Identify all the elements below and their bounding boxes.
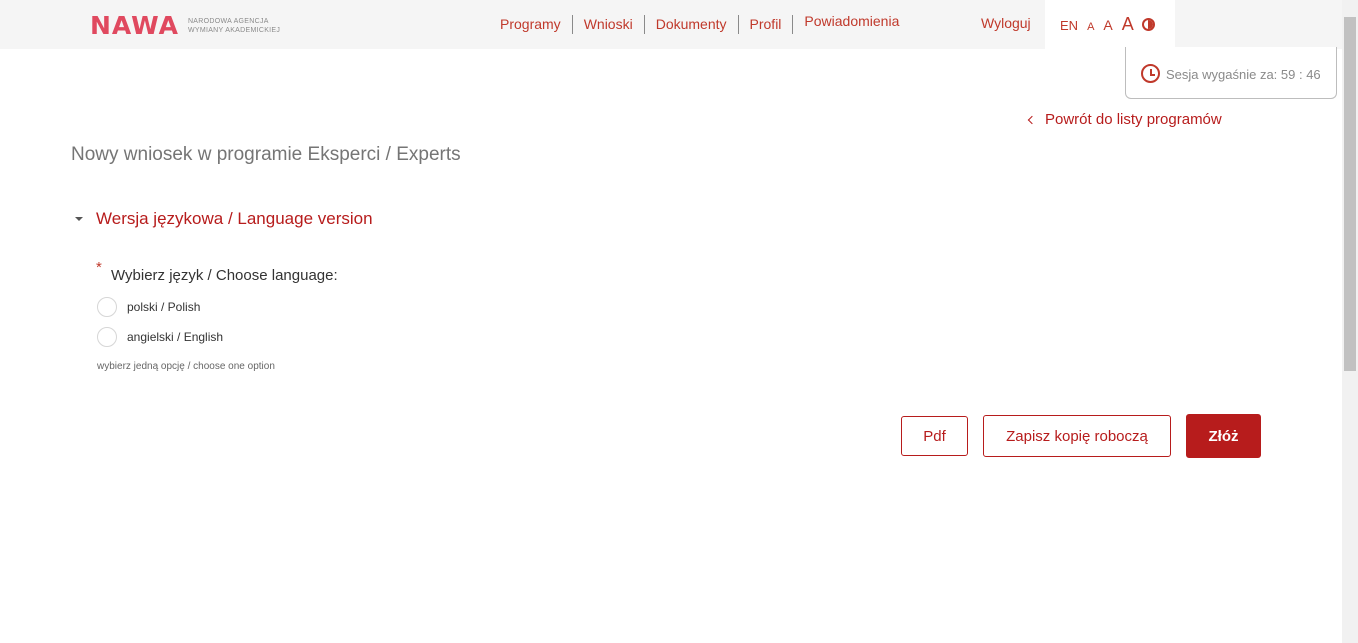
nav-programy[interactable]: Programy: [489, 16, 572, 33]
required-marker: *: [96, 259, 102, 276]
language-question-label: Wybierz język / Choose language:: [111, 267, 338, 284]
session-timer: Sesja wygaśnie za: 59 : 46: [1125, 47, 1337, 99]
session-label: Sesja wygaśnie za:: [1166, 67, 1278, 82]
radio-english[interactable]: [97, 327, 117, 347]
session-text: Sesja wygaśnie za: 59 : 46: [1166, 67, 1321, 82]
submit-button[interactable]: Złóż: [1186, 414, 1261, 458]
logout-link[interactable]: Wyloguj: [981, 15, 1031, 32]
chevron-left-icon: [1027, 115, 1037, 124]
top-bar: NAWA NARODOWA AGENCJA WYMIANY AKADEMICKI…: [0, 0, 1342, 49]
logo-subtitle: NARODOWA AGENCJA WYMIANY AKADEMICKIEJ: [188, 17, 280, 35]
font-size-medium[interactable]: A: [1103, 17, 1112, 33]
main-nav: Programy Wnioski Dokumenty Profil Powiad…: [489, 13, 910, 34]
section-title-language-version[interactable]: Wersja językowa / Language version: [96, 209, 373, 229]
logo-mark: NAWA: [90, 11, 179, 40]
contrast-icon[interactable]: [1141, 18, 1155, 31]
option-polish-label: polski / Polish: [127, 300, 201, 314]
logo-subtitle-line-2: WYMIANY AKADEMICKIEJ: [187, 26, 281, 34]
logo-subtitle-line-1: NARODOWA AGENCJA: [187, 17, 269, 25]
font-size-large[interactable]: A: [1122, 15, 1134, 33]
language-switch[interactable]: EN: [1060, 18, 1078, 33]
nawa-logo[interactable]: NAWA NARODOWA AGENCJA WYMIANY AKADEMICKI…: [90, 12, 280, 39]
back-link-label: Powrót do listy programów: [1045, 111, 1222, 128]
font-size-small[interactable]: A: [1087, 21, 1094, 33]
nav-wnioski[interactable]: Wnioski: [573, 16, 644, 33]
accessibility-controls: EN A A A: [1060, 15, 1155, 33]
save-draft-button[interactable]: Zapisz kopię roboczą: [983, 415, 1171, 457]
clock-icon: [1141, 64, 1160, 83]
option-english[interactable]: angielski / English: [97, 327, 223, 347]
page: NAWA NARODOWA AGENCJA WYMIANY AKADEMICKI…: [0, 0, 1358, 643]
session-time: 59 : 46: [1280, 67, 1321, 82]
option-polish[interactable]: polski / Polish: [97, 297, 200, 317]
radio-polish[interactable]: [97, 297, 117, 317]
option-english-label: angielski / English: [127, 330, 224, 344]
pdf-button[interactable]: Pdf: [901, 416, 968, 456]
caret-down-icon[interactable]: [75, 217, 83, 221]
scrollbar-thumb[interactable]: [1344, 17, 1356, 371]
nav-powiadomienia[interactable]: Powiadomienia: [793, 13, 910, 30]
field-hint: wybierz jedną opcję / choose one option: [97, 361, 275, 372]
page-title: Nowy wniosek w programie Eksperci / Expe…: [71, 144, 461, 165]
nav-dokumenty[interactable]: Dokumenty: [645, 16, 738, 33]
nav-profil[interactable]: Profil: [739, 16, 793, 33]
back-to-programs-link[interactable]: Powrót do listy programów: [1026, 111, 1222, 128]
vertical-scrollbar[interactable]: [1342, 0, 1358, 643]
